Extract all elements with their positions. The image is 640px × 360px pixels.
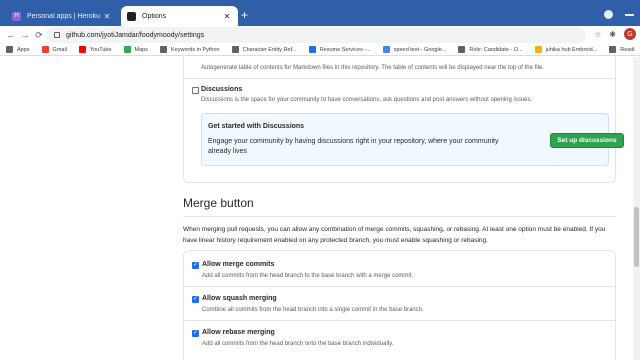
callout-title: Get started with Discussions	[208, 123, 305, 130]
bookmark-label: Gmail	[52, 46, 67, 53]
reload-icon[interactable]: ⟳	[32, 30, 46, 41]
bookmark-label: Role: Candidate - O...	[469, 46, 523, 53]
reading-list-icon	[609, 46, 617, 53]
discussions-title: Discussions	[201, 86, 243, 93]
close-icon[interactable]: ✕	[222, 12, 232, 21]
tab-title: Options	[142, 12, 167, 20]
apps-grid-icon	[6, 46, 13, 53]
bookmark-label: juhika hub Embroid...	[545, 46, 598, 53]
allow-squash-merging-checkbox[interactable]: ✓	[192, 296, 199, 303]
url-text: github.com/jyotiJamdar/foodymoody/settin…	[66, 31, 205, 39]
bookmark-icon	[160, 46, 167, 53]
address-bar[interactable]: github.com/jyotiJamdar/foodymoody/settin…	[46, 27, 586, 43]
divider	[184, 286, 615, 287]
bookmark-item[interactable]: Resume Services -...	[308, 46, 371, 53]
browser-toolbar: ← → ⟳ github.com/jyotiJamdar/foodymoody/…	[0, 26, 640, 44]
bookmark-icon	[534, 46, 542, 53]
close-icon[interactable]: ✕	[102, 12, 112, 21]
bookmark-item[interactable]: Maps	[123, 46, 148, 53]
star-icon[interactable]: ☆	[594, 30, 601, 39]
tab-options[interactable]: Options ✕	[121, 6, 238, 26]
bookmark-label: Character Entity Ref...	[242, 46, 297, 53]
callout-description: Engage your community by having discussi…	[208, 138, 499, 155]
bookmark-label: Maps	[134, 46, 148, 53]
gmail-icon	[41, 46, 49, 53]
option-label: Allow rebase merging	[202, 329, 275, 336]
allow-rebase-merging-checkbox[interactable]: ✓	[192, 330, 199, 337]
youtube-icon	[78, 46, 86, 53]
google-icon	[382, 46, 390, 53]
bookmark-item[interactable]: Keywords in Python	[160, 46, 220, 53]
bookmark-item[interactable]: YouTube	[78, 46, 112, 53]
merge-button-description: When merging pull requests, you can allo…	[183, 226, 606, 244]
tab-title: Personal apps | Heroku	[27, 12, 101, 20]
option-description: Combine all commits from the head branch…	[202, 307, 424, 313]
features-box: Autogenerate table of contents for Markd…	[183, 57, 624, 183]
bookmark-icon	[308, 46, 316, 53]
window-controls	[604, 10, 634, 19]
allow-merge-commits-checkbox[interactable]: ✓	[192, 262, 199, 269]
merge-options-box: ✓ Allow merge commits Add all commits fr…	[183, 250, 616, 360]
bookmark-icon	[458, 46, 466, 53]
extensions-icon[interactable]: ✱	[609, 30, 616, 39]
bookmark-label: Keywords in Python	[171, 46, 220, 53]
bookmark-label: Resume Services -...	[319, 46, 371, 53]
scrollbar-thumb[interactable]	[634, 207, 639, 267]
bookmark-item[interactable]: Character Entity Ref...	[231, 46, 297, 53]
new-tab-button[interactable]: +	[241, 9, 248, 21]
github-icon	[127, 11, 136, 21]
maps-icon	[123, 46, 131, 53]
option-description: Add all commits from the head branch to …	[202, 273, 414, 279]
divider	[183, 216, 616, 217]
option-label: Allow merge commits	[202, 261, 275, 268]
bookmark-label: Apps	[17, 46, 30, 53]
bookmark-label: YouTube	[89, 46, 112, 53]
option-description: Add all commits from the head branch ont…	[202, 341, 394, 347]
divider	[184, 78, 615, 79]
lock-icon	[54, 32, 60, 38]
bookmark-item[interactable]: Gmail	[41, 46, 67, 53]
bookmarks-bar: Apps Gmail YouTube Maps Keywords in Python Ch…	[0, 44, 640, 56]
bookmark-item[interactable]: Role: Candidate - O...	[458, 46, 523, 53]
page-scrollbar[interactable]	[633, 57, 640, 360]
discussions-callout: Get started with Discussions Engage your…	[201, 113, 624, 166]
bookmark-item[interactable]: Readi	[609, 46, 635, 53]
minimize-icon[interactable]	[625, 14, 634, 16]
settings-page: Autogenerate table of contents for Markd…	[0, 57, 640, 360]
forward-icon[interactable]: →	[18, 30, 32, 40]
divider	[184, 320, 615, 321]
avatar[interactable]: G	[624, 28, 636, 40]
bookmark-icon	[231, 46, 239, 53]
tab-search-icon[interactable]	[604, 10, 613, 19]
setup-discussions-button[interactable]: Set up discussions	[550, 133, 624, 148]
heroku-icon: H	[12, 11, 21, 21]
discussions-description: Discussions is the space for your commun…	[201, 97, 533, 103]
bookmark-item[interactable]: speed test - Google...	[382, 46, 447, 53]
back-icon[interactable]: ←	[4, 30, 18, 40]
discussions-checkbox[interactable]	[192, 87, 199, 94]
merge-button-heading: Merge button	[183, 196, 254, 210]
tab-heroku[interactable]: H Personal apps | Heroku ✕	[6, 6, 118, 26]
bookmark-item[interactable]: Apps	[6, 46, 30, 53]
bookmark-item[interactable]: juhika hub Embroid...	[534, 46, 598, 53]
bookmark-label: Readi	[620, 46, 635, 53]
bookmark-label: speed test - Google...	[393, 46, 447, 53]
autogen-toc-description: Autogenerate table of contents for Markd…	[201, 65, 544, 71]
option-label: Allow squash merging	[202, 295, 277, 302]
browser-tab-strip: H Personal apps | Heroku ✕ Options ✕ +	[0, 0, 640, 26]
